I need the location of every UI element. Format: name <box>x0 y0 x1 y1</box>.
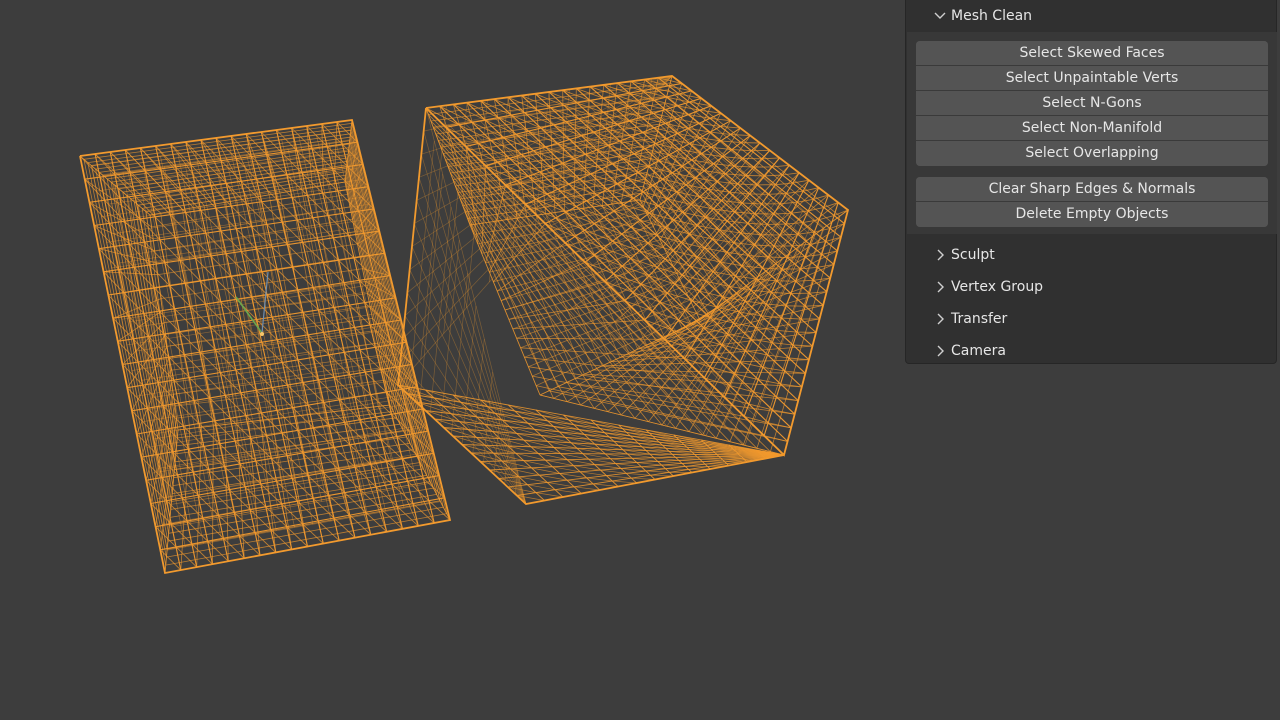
panel-title-sculpt: Sculpt <box>951 247 995 263</box>
panel-header-camera[interactable]: Camera <box>906 336 1276 366</box>
panel-title-camera: Camera <box>951 343 1006 359</box>
wireframe-cube-right <box>397 75 850 505</box>
chevron-right-icon <box>937 281 944 293</box>
mesh-clean-panel-body: Select Skewed Faces Select Unpaintable V… <box>907 32 1277 234</box>
sidebar-panel: Mesh Clean Select Skewed Faces Select Un… <box>905 0 1277 364</box>
chevron-down-icon <box>934 12 946 19</box>
select-unpaintable-verts-button[interactable]: Select Unpaintable Verts <box>916 66 1268 91</box>
wireframe-cube-left <box>79 119 452 575</box>
select-overlapping-button[interactable]: Select Overlapping <box>916 141 1268 166</box>
gizmo-z-axis <box>261 271 269 334</box>
panel-header-mesh-clean[interactable]: Mesh Clean <box>906 1 1276 31</box>
chevron-right-icon <box>937 345 944 357</box>
panel-header-vertex-group[interactable]: Vertex Group <box>906 272 1276 302</box>
panel-title-transfer: Transfer <box>951 311 1008 327</box>
chevron-right-icon <box>937 313 944 325</box>
panel-title-vertex-group: Vertex Group <box>951 279 1044 295</box>
object-origin-point <box>260 332 264 336</box>
panel-title-mesh-clean: Mesh Clean <box>951 8 1033 24</box>
panel-header-transfer[interactable]: Transfer <box>906 304 1276 334</box>
select-skewed-faces-button[interactable]: Select Skewed Faces <box>916 41 1268 66</box>
clear-sharp-edges-normals-button[interactable]: Clear Sharp Edges & Normals <box>916 177 1268 202</box>
select-ngons-button[interactable]: Select N-Gons <box>916 91 1268 116</box>
chevron-right-icon <box>937 249 944 261</box>
select-buttons-group: Select Skewed Faces Select Unpaintable V… <box>916 41 1268 166</box>
panel-header-sculpt[interactable]: Sculpt <box>906 240 1276 270</box>
delete-empty-objects-button[interactable]: Delete Empty Objects <box>916 202 1268 227</box>
select-non-manifold-button[interactable]: Select Non-Manifold <box>916 116 1268 141</box>
cleanup-buttons-group: Clear Sharp Edges & Normals Delete Empty… <box>916 177 1268 227</box>
